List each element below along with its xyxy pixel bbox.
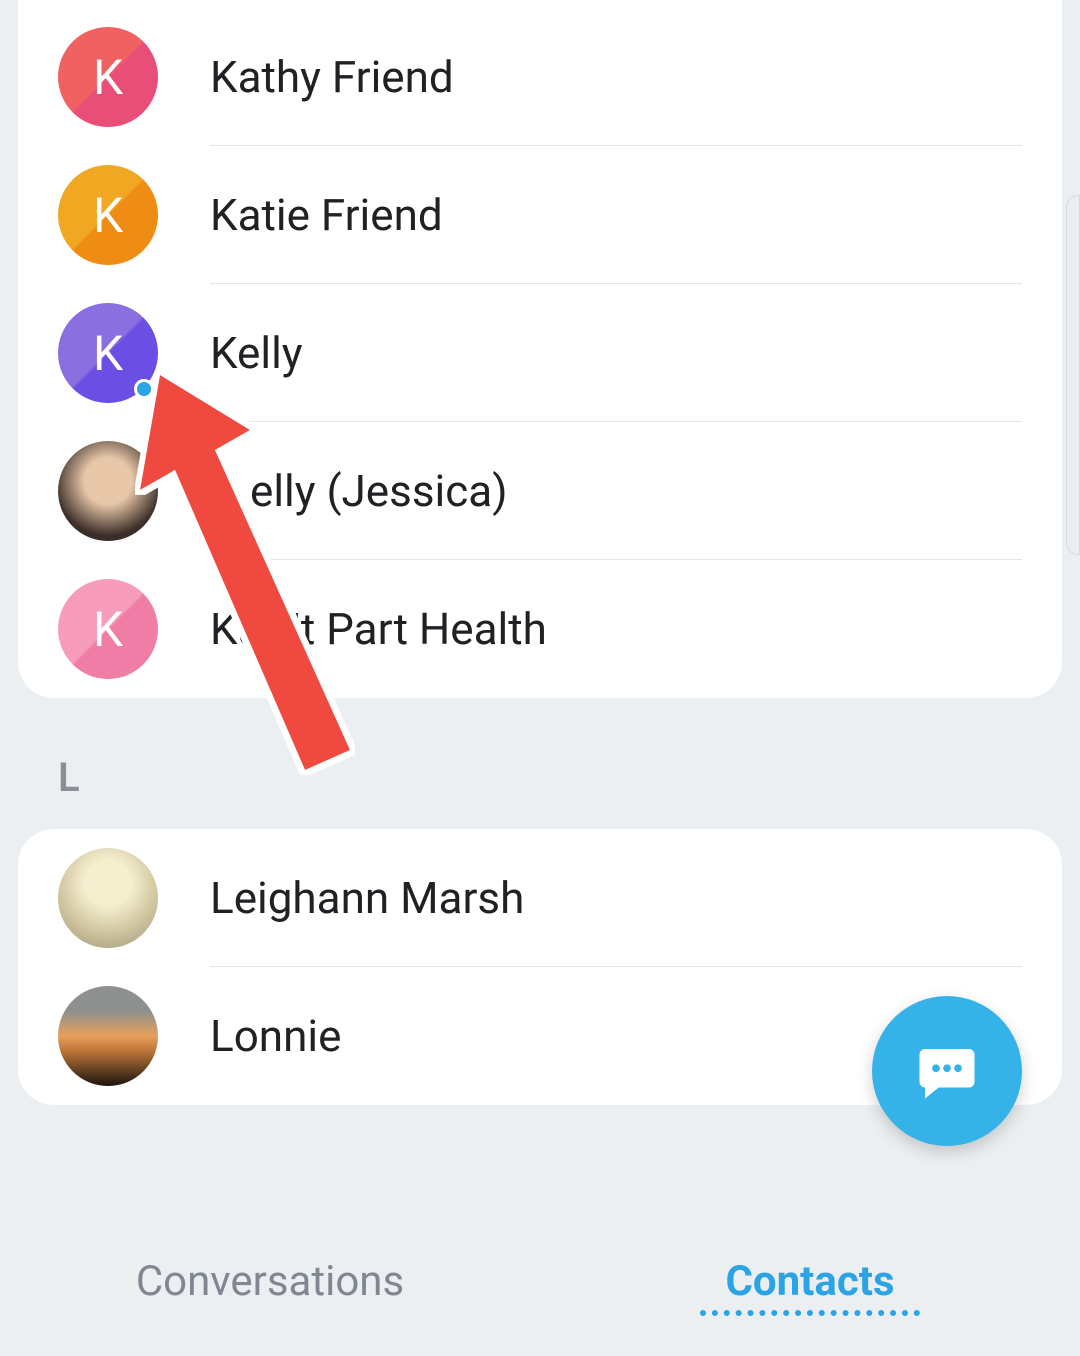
avatar-photo xyxy=(58,986,158,1086)
avatar-initial: K xyxy=(93,187,123,244)
contacts-section-k: K Kathy Friend K Katie Friend K Kelly el… xyxy=(18,0,1062,698)
new-message-fab[interactable] xyxy=(872,996,1022,1146)
contact-name-wrap: elly (Jessica) xyxy=(210,422,1022,560)
contact-name-wrap: Ku Ut Part Health xyxy=(210,560,1022,698)
avatar-letter: K xyxy=(58,27,158,127)
contact-name: Kelly xyxy=(210,327,303,379)
chat-bubble-icon xyxy=(914,1038,980,1104)
contact-row[interactable]: elly (Jessica) xyxy=(18,422,1062,560)
bottom-tabbar: Conversations Contacts xyxy=(0,1206,1080,1356)
tab-label: Conversations xyxy=(136,1257,404,1306)
avatar-letter: K xyxy=(58,303,158,403)
contact-name-wrap: Kathy Friend xyxy=(210,8,1022,146)
online-status-dot xyxy=(134,379,154,399)
contact-name: Kathy Friend xyxy=(210,51,454,103)
contact-name: Ku Ut Part Health xyxy=(210,603,547,655)
tab-conversations[interactable]: Conversations xyxy=(0,1206,540,1356)
contact-name-wrap: Leighann Marsh xyxy=(210,829,1022,967)
contact-name: Lonnie xyxy=(210,1010,341,1062)
tab-contacts[interactable]: Contacts xyxy=(540,1206,1080,1356)
avatar-photo xyxy=(58,848,158,948)
contact-row[interactable]: K Katie Friend xyxy=(18,146,1062,284)
contact-row[interactable]: K Kelly xyxy=(18,284,1062,422)
contact-name: Leighann Marsh xyxy=(210,872,524,924)
avatar-initial: K xyxy=(93,325,123,382)
scroll-indicator[interactable] xyxy=(1066,195,1080,555)
avatar-initial: K xyxy=(93,601,123,658)
contact-row[interactable]: Leighann Marsh xyxy=(18,829,1062,967)
contact-name-wrap: Katie Friend xyxy=(210,146,1022,284)
tab-label: Contacts xyxy=(725,1257,894,1306)
contact-name-wrap: Kelly xyxy=(210,284,1022,422)
contact-name: Katie Friend xyxy=(210,189,443,241)
avatar-letter: K xyxy=(58,165,158,265)
avatar-photo xyxy=(58,441,158,541)
avatar-letter: K xyxy=(58,579,158,679)
contact-row[interactable]: K Ku Ut Part Health xyxy=(18,560,1062,698)
section-header-l: L xyxy=(0,716,1080,829)
contact-row[interactable]: K Kathy Friend xyxy=(18,8,1062,146)
avatar-initial: K xyxy=(93,49,123,106)
contact-name: elly (Jessica) xyxy=(250,465,508,517)
